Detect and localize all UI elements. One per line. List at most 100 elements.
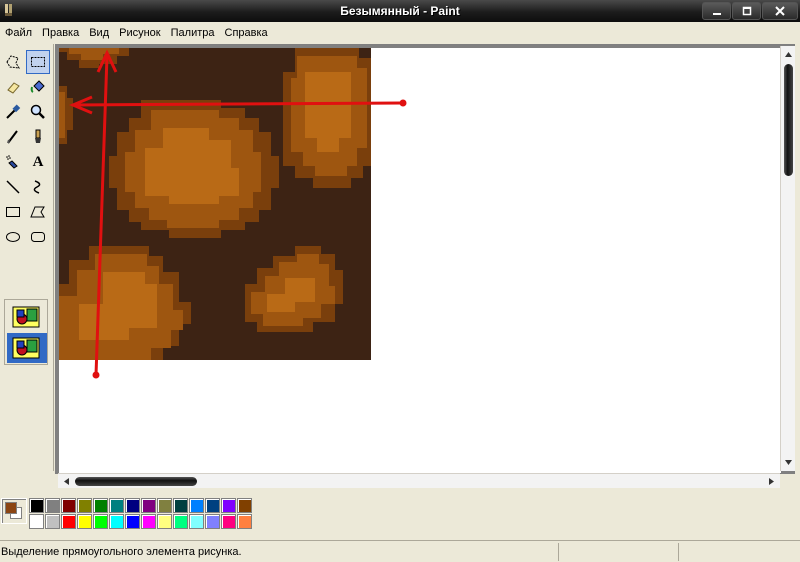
magnifier-icon <box>30 104 45 119</box>
color-swatch[interactable] <box>109 498 124 513</box>
color-swatch[interactable] <box>141 514 156 529</box>
horizontal-scroll-thumb[interactable] <box>75 477 197 486</box>
vertical-scrollbar[interactable] <box>780 46 795 471</box>
line-icon <box>6 180 20 194</box>
foreground-color-swatch <box>5 502 17 514</box>
menu-file[interactable]: Файл <box>0 22 37 44</box>
color-swatch[interactable] <box>157 514 172 529</box>
title-bar: Безымянный - Paint <box>0 0 800 22</box>
color-swatch[interactable] <box>237 514 252 529</box>
text-icon: A <box>32 153 44 170</box>
tool-box: A <box>0 44 54 471</box>
scroll-down-button[interactable] <box>782 456 795 469</box>
arrow-right-icon <box>769 478 774 485</box>
scroll-right-button[interactable] <box>765 475 778 488</box>
rectangle-tool[interactable] <box>1 200 25 224</box>
fill-bucket-icon <box>30 80 45 93</box>
tool-options <box>4 299 48 365</box>
color-swatch[interactable] <box>173 498 188 513</box>
ellipse-icon <box>6 232 20 242</box>
minimize-button[interactable] <box>702 2 731 20</box>
color-swatch[interactable] <box>29 514 44 529</box>
color-swatch[interactable] <box>237 498 252 513</box>
color-swatch[interactable] <box>189 498 204 513</box>
menu-view[interactable]: Вид <box>84 22 114 44</box>
status-text: Выделение прямоугольного элемента рисунк… <box>1 546 242 558</box>
polygon-icon <box>30 206 45 218</box>
color-swatch[interactable] <box>61 498 76 513</box>
polygon-tool[interactable] <box>26 200 50 224</box>
airbrush-tool[interactable] <box>1 150 25 174</box>
curve-icon <box>33 180 41 194</box>
scroll-up-button[interactable] <box>782 48 795 61</box>
rounded-rectangle-tool[interactable] <box>26 225 50 249</box>
status-divider <box>678 543 679 561</box>
menu-bar: Файл Правка Вид Рисунок Палитра Справка <box>0 22 800 44</box>
minimize-icon <box>712 13 721 15</box>
ellipse-tool[interactable] <box>1 225 25 249</box>
color-swatch[interactable] <box>125 498 140 513</box>
eraser-icon <box>7 82 20 94</box>
color-swatch[interactable] <box>221 514 236 529</box>
brush-tool[interactable] <box>26 125 50 149</box>
color-swatch[interactable] <box>141 498 156 513</box>
window-title: Безымянный - Paint <box>340 4 460 18</box>
color-swatch[interactable] <box>77 514 92 529</box>
current-colors[interactable] <box>1 498 27 524</box>
magnifier-tool[interactable] <box>26 100 50 124</box>
maximize-icon <box>742 6 751 16</box>
free-form-select-icon <box>6 55 20 69</box>
color-swatch[interactable] <box>45 514 60 529</box>
scroll-left-button[interactable] <box>60 475 73 488</box>
arrow-left-icon <box>64 478 69 485</box>
opaque-selection-option[interactable] <box>7 302 47 332</box>
pencil-tool[interactable] <box>1 125 25 149</box>
menu-edit[interactable]: Правка <box>37 22 84 44</box>
vertical-scroll-thumb[interactable] <box>784 64 793 176</box>
brush-icon <box>35 129 41 143</box>
line-tool[interactable] <box>1 175 25 199</box>
maximize-button[interactable] <box>732 2 761 20</box>
pixel-art-image <box>59 48 371 360</box>
menu-image[interactable]: Рисунок <box>114 22 166 44</box>
color-swatch[interactable] <box>205 514 220 529</box>
close-button[interactable] <box>762 2 798 20</box>
rectangle-select-tool[interactable] <box>26 50 50 74</box>
opaque-selection-icon <box>12 306 40 328</box>
rectangle-icon <box>6 207 20 217</box>
color-swatch[interactable] <box>205 498 220 513</box>
color-swatch[interactable] <box>125 514 140 529</box>
horizontal-scrollbar[interactable] <box>58 473 780 488</box>
color-swatch[interactable] <box>221 498 236 513</box>
status-bar: Выделение прямоугольного элемента рисунк… <box>0 540 800 562</box>
color-swatch[interactable] <box>93 514 108 529</box>
transparent-selection-option[interactable] <box>7 333 47 363</box>
color-swatch[interactable] <box>45 498 60 513</box>
color-swatch[interactable] <box>109 514 124 529</box>
color-swatch[interactable] <box>189 514 204 529</box>
canvas-area[interactable] <box>55 44 795 474</box>
fill-tool[interactable] <box>26 75 50 99</box>
airbrush-icon <box>6 155 18 169</box>
color-picker-icon <box>6 104 21 119</box>
text-tool[interactable]: A <box>26 150 50 174</box>
menu-colors[interactable]: Палитра <box>166 22 220 44</box>
pencil-icon <box>7 130 18 144</box>
color-swatch[interactable] <box>77 498 92 513</box>
color-swatch[interactable] <box>157 498 172 513</box>
color-swatch[interactable] <box>29 498 44 513</box>
color-swatch[interactable] <box>173 514 188 529</box>
arrow-down-icon <box>785 460 792 465</box>
menu-help[interactable]: Справка <box>220 22 273 44</box>
transparent-selection-icon <box>12 337 40 359</box>
free-form-select-tool[interactable] <box>1 50 25 74</box>
status-divider <box>558 543 559 561</box>
color-swatch[interactable] <box>93 498 108 513</box>
color-swatches <box>29 498 253 530</box>
color-picker-tool[interactable] <box>1 100 25 124</box>
curve-tool[interactable] <box>26 175 50 199</box>
color-swatch[interactable] <box>61 514 76 529</box>
close-icon <box>775 6 785 16</box>
eraser-tool[interactable] <box>1 75 25 99</box>
color-palette-bar <box>0 490 800 538</box>
